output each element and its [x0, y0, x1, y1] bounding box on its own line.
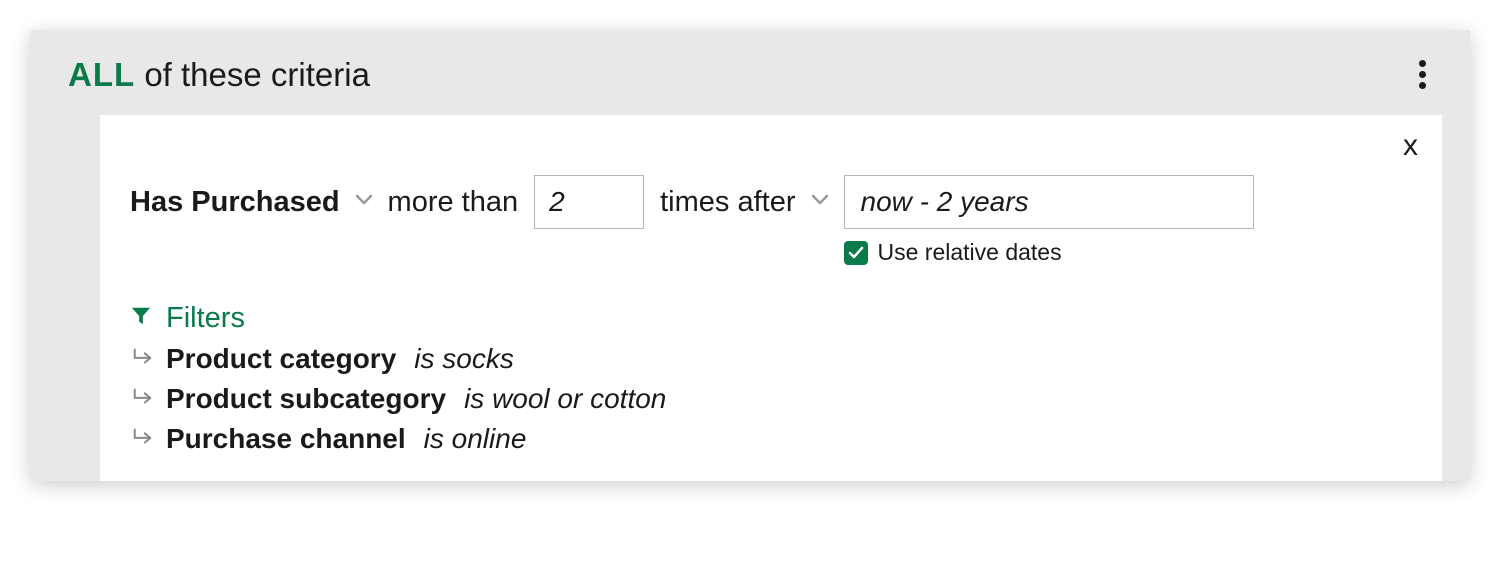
times-after-label: times after: [660, 186, 795, 219]
relative-dates-checkbox[interactable]: [844, 241, 868, 265]
filters-section: Filters Product category is socks Produc…: [130, 302, 1412, 455]
filters-header: Filters: [130, 302, 1412, 335]
filter-name: Purchase channel: [166, 423, 406, 455]
more-options-icon[interactable]: [1413, 54, 1432, 95]
criteria-item-card: x Has Purchased more than times after: [100, 115, 1442, 481]
sub-arrow-icon: [132, 427, 154, 452]
count-input[interactable]: [534, 175, 644, 229]
relative-dates-label: Use relative dates: [878, 239, 1062, 266]
criteria-header-rest: of these criteria: [135, 56, 370, 93]
filters-title: Filters: [166, 302, 245, 335]
sub-arrow-icon: [132, 347, 154, 372]
criteria-group-card: ALL of these criteria x Has Purchased mo…: [30, 30, 1470, 481]
more-than-label: more than: [388, 186, 519, 219]
sub-arrow-icon: [132, 387, 154, 412]
filter-condition: is wool or cotton: [464, 383, 666, 415]
criteria-row: Has Purchased more than times after Use: [130, 175, 1412, 266]
criteria-left-group: Has Purchased more than times after: [130, 175, 828, 229]
close-icon[interactable]: x: [1403, 129, 1418, 163]
has-purchased-label: Has Purchased: [130, 186, 340, 219]
date-column: Use relative dates: [844, 175, 1254, 266]
filter-condition: is online: [424, 423, 527, 455]
criteria-header-title: ALL of these criteria: [68, 56, 370, 94]
chevron-down-icon[interactable]: [356, 193, 372, 211]
filter-name: Product category: [166, 343, 396, 375]
chevron-down-icon[interactable]: [812, 193, 828, 211]
criteria-all-word: ALL: [68, 56, 135, 93]
date-input[interactable]: [844, 175, 1254, 229]
filter-condition: is socks: [414, 343, 514, 375]
filter-name: Product subcategory: [166, 383, 446, 415]
criteria-header: ALL of these criteria: [30, 30, 1470, 115]
relative-dates-row: Use relative dates: [844, 239, 1254, 266]
filter-row[interactable]: Product category is socks: [130, 343, 1412, 375]
filter-row[interactable]: Product subcategory is wool or cotton: [130, 383, 1412, 415]
filter-icon: [130, 305, 152, 332]
filter-row[interactable]: Purchase channel is online: [130, 423, 1412, 455]
